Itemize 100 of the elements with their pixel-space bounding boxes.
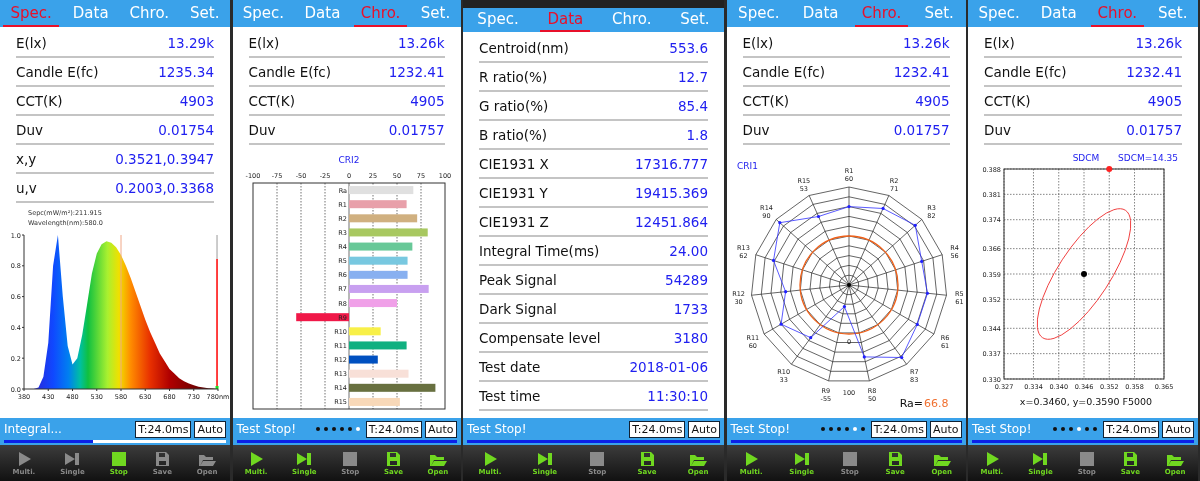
ra-label: Ra= [899,397,923,410]
data-point [779,322,783,326]
reading-label: E(lx) [984,34,1015,51]
integration-time: T:24.0ms [870,420,927,438]
integration-time: T:24.0ms [135,420,192,438]
mode-indicator: Auto [194,420,226,438]
tab[interactable]: Spec. [235,0,292,27]
chart-title: SDCM [1072,153,1100,163]
reading-label: G ratio(%) [479,97,549,114]
step-icon [794,452,809,465]
page-dot[interactable] [1061,427,1066,431]
data-point [862,355,866,359]
reading-label: u,v [16,179,37,196]
reading-label: CIE1931 Z [479,213,549,230]
reading-value: 553.6 [669,39,708,56]
tab[interactable]: Set. [1151,0,1195,27]
bar [348,256,408,265]
reading-value: 24.00 [669,242,708,259]
data-point [771,258,775,263]
page-dot[interactable] [860,427,865,431]
bar [348,369,408,378]
bar [348,355,378,364]
play-icon [986,451,999,466]
page-dot[interactable] [323,427,328,431]
tab[interactable]: Data [65,0,116,27]
tab[interactable]: Set. [673,8,717,32]
mode-indicator: Auto [424,420,457,438]
bar [348,270,408,279]
reading-value: 4903 [179,92,214,109]
tab[interactable]: Spec. [731,0,787,27]
page-dot[interactable] [1077,427,1082,431]
tab[interactable]: Spec. [470,8,526,32]
reading-value: 0.01757 [388,121,445,138]
play-icon [484,451,497,466]
page-dot[interactable] [1093,427,1098,431]
reading-value: 1232.41 [1126,63,1182,80]
tab[interactable]: Data [795,0,846,27]
page-dot[interactable] [355,427,360,431]
chart-title: CRI2 [338,155,359,165]
reading-label: Test date [479,358,541,375]
folder-icon [933,454,951,466]
page-dot[interactable] [1053,427,1058,431]
step-icon [537,452,552,465]
tab[interactable]: Chro. [122,0,177,27]
page-dot[interactable] [1069,427,1074,431]
tab[interactable]: Chro. [604,8,659,32]
tab[interactable]: Set. [917,0,961,27]
save-icon [156,451,170,466]
step-icon [297,452,312,465]
reading-label: Candle E(fc) [16,63,99,80]
page-dot[interactable] [836,427,841,431]
bar [348,200,407,209]
data-point [777,221,781,225]
reading-label: B ratio(%) [479,126,548,143]
page-dot[interactable] [820,427,825,431]
status-text: Test Stop! [236,422,298,436]
reading-label: CIE1931 X [479,155,549,172]
tab[interactable]: Data [1033,0,1084,27]
bar [348,214,417,223]
play-icon [251,451,264,466]
tab[interactable]: Data [297,0,348,27]
reading-value: 1.8 [686,126,708,143]
reading-value: 11:30:10 [647,387,708,404]
data-point [816,214,820,219]
status-text: Integral... [4,422,63,436]
reading-value: 0.01757 [893,121,950,138]
reading-label: Duv [248,121,276,138]
page-dot[interactable] [331,427,336,431]
reading-value: 13.26k [903,34,950,51]
tab[interactable]: Set. [413,0,458,27]
data-point [899,355,903,360]
integration-time: T:24.0ms [365,420,422,438]
bar [348,242,412,251]
data-point [915,322,919,327]
tab[interactable]: Spec. [971,0,1027,27]
reading-label: Candle E(fc) [984,63,1067,80]
reading-label: Duv [742,121,770,138]
reading-label: CCT(K) [248,92,295,109]
bar [295,313,349,322]
reading-value: 0.3521,0.3947 [115,150,214,167]
reading-value: 4905 [915,92,950,109]
reading-label: Duv [16,121,43,138]
data-point [808,336,812,340]
tab[interactable]: Set. [183,0,227,27]
reading-value: 1733 [673,300,708,317]
page-dot[interactable] [852,427,857,431]
page-dot[interactable] [828,427,833,431]
reading-value: 13.29k [167,34,214,51]
stop-icon [111,451,126,466]
reading-label: CIE1931 Y [479,184,548,201]
reading-label: Centroid(nm) [479,39,569,56]
integration-time: T:24.0ms [629,420,686,438]
reading-label: CCT(K) [16,92,63,109]
page-dot[interactable] [315,427,320,431]
save-icon [1124,451,1138,466]
page-dot[interactable] [339,427,344,431]
folder-icon [690,454,708,466]
page-dot[interactable] [347,427,352,431]
page-dot[interactable] [844,427,849,431]
page-dot[interactable] [1085,427,1090,431]
